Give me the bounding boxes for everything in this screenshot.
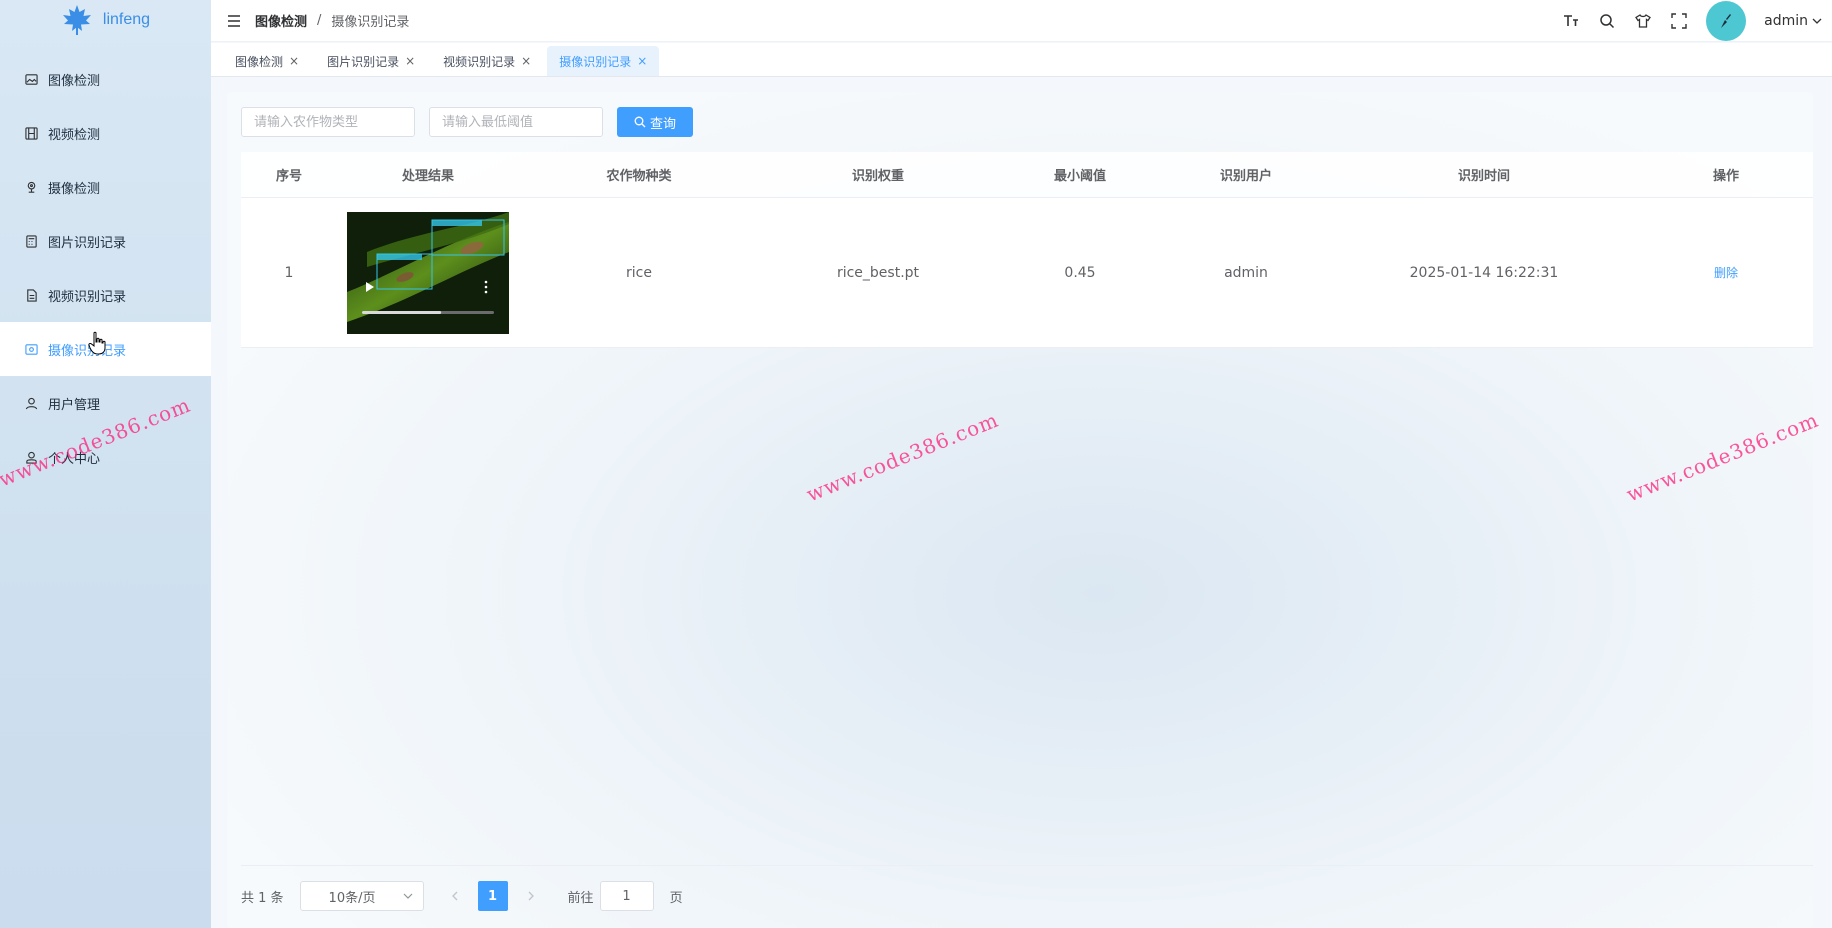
hamburger-icon[interactable] [225,12,243,30]
goto-label: 前往 [567,890,594,906]
tags-view: 图像检测 × 图片识别记录 × 视频识别记录 × 摄像识别记录 × [211,43,1832,77]
column-header: 农作物种类 [606,169,672,184]
column-header: 处理结果 [401,169,454,184]
result-video-player[interactable] [347,211,509,334]
camera-icon [24,180,38,194]
sidebar-item-label: 图片识别记录 [48,235,127,251]
table-row: 1 rice rice_best.pt 0.45 admin 2025-01-1… [241,198,1813,348]
user-name: admin [1764,13,1808,29]
sidebar-item-camera-detection[interactable]: 摄像检测 [0,160,211,214]
header-actions: admin [1562,0,1832,42]
chevron-left-icon [451,891,458,901]
min-threshold-input[interactable] [429,107,603,137]
tab-label: 视频识别记录 [443,54,516,69]
sidebar-item-label: 摄像检测 [48,181,101,197]
logo[interactable]: linfeng [0,0,211,40]
tab-camera-records[interactable]: 摄像识别记录 × [547,46,660,76]
avatar[interactable] [1706,1,1747,41]
font-size-icon[interactable] [1562,12,1580,30]
breadcrumb-separator: / [317,13,322,28]
page-size-select[interactable]: 10条/页 [299,881,424,911]
column-header: 识别时间 [1457,169,1510,184]
tab-label: 摄像识别记录 [559,54,632,69]
query-button-label: 查询 [649,116,676,132]
column-header: 操作 [1712,169,1739,184]
tab-label: 图像检测 [235,54,284,69]
column-header: 识别权重 [851,169,904,184]
cell-weight: rice_best.pt [836,264,920,281]
divider [241,865,1813,866]
breadcrumb-item-current: 摄像识别记录 [331,15,410,30]
logo-text: linfeng [102,11,151,28]
breadcrumb: 图像检测 / 摄像识别记录 [255,11,409,30]
column-header: 序号 [275,169,302,184]
chevron-right-icon [528,891,534,901]
tab-video-records[interactable]: 视频识别记录 × [431,46,543,76]
close-icon[interactable]: × [405,54,415,68]
chevron-down-icon [1812,18,1822,24]
table-header: 序号 处理结果 农作物种类 识别权重 最小阈值 识别用户 识别时间 操作 [241,152,1813,198]
maple-leaf-icon [62,5,91,35]
main-content: 查询 序号 处理结果 农作物种类 识别权重 最小阈值 识别用户 识别时间 操作 … [227,92,1813,928]
close-icon[interactable]: × [289,54,299,68]
pagination-total: 共 1 条 [241,890,284,906]
more-options-icon [484,280,488,283]
page-unit-label: 页 [669,890,683,906]
pagination: 共 1 条 10条/页 1 前往 页 [241,881,683,911]
sidebar-item-image-detection[interactable]: 图像检测 [0,52,211,106]
sidebar-item-label: 摄像识别记录 [48,343,127,359]
cell-action: 删除 [1639,264,1813,281]
calculator-icon [24,234,38,248]
sidebar-item-label: 用户管理 [48,397,101,413]
image-icon [24,72,38,86]
search-icon [634,116,646,128]
cell-index: 1 [284,264,294,281]
cell-result [337,211,519,334]
sidebar-item-video-records[interactable]: 视频识别记录 [0,268,211,322]
prev-page-button[interactable] [440,881,470,911]
cell-time: 2025-01-14 16:22:31 [1409,264,1559,281]
delete-button[interactable]: 删除 [1714,266,1738,280]
film-icon [24,126,38,140]
search-icon[interactable] [1598,12,1616,30]
video-progress-fill [362,310,442,314]
top-header: 图像检测 / 摄像识别记录 admin [211,0,1832,42]
tshirt-icon[interactable] [1634,12,1652,30]
sidebar-item-label: 图像检测 [48,73,101,89]
crop-type-input[interactable] [241,107,415,137]
sidebar-item-label: 视频识别记录 [48,289,127,305]
goto-page-input[interactable] [599,881,654,911]
hand-cursor-icon [88,331,106,355]
cell-threshold: 0.45 [1064,264,1096,281]
breadcrumb-item[interactable]: 图像检测 [255,11,307,30]
column-header: 识别用户 [1219,169,1272,184]
chevron-down-icon [403,893,412,899]
user-icon [24,396,38,410]
picture-icon [24,342,38,356]
sidebar-item-video-detection[interactable]: 视频检测 [0,106,211,160]
page-number-current[interactable]: 1 [477,881,508,911]
query-button[interactable]: 查询 [617,107,693,137]
user-menu[interactable]: admin [1764,13,1822,29]
page-size-value: 10条/页 [328,890,376,906]
cell-crop: rice [626,264,652,281]
tab-image-detection[interactable]: 图像检测 × [223,46,311,76]
close-icon[interactable]: × [521,54,531,68]
close-icon[interactable]: × [637,54,647,68]
records-table: 序号 处理结果 农作物种类 识别权重 最小阈值 识别用户 识别时间 操作 1 r… [241,152,1813,348]
tab-image-records[interactable]: 图片识别记录 × [315,46,427,76]
cell-user: admin [1224,264,1268,281]
search-bar: 查询 [241,107,693,137]
fullscreen-icon[interactable] [1670,12,1688,30]
document-icon [24,288,38,302]
sidebar-item-image-records[interactable]: 图片识别记录 [0,214,211,268]
next-page-button[interactable] [516,881,546,911]
tab-label: 图片识别记录 [327,54,400,69]
sidebar-item-label: 视频检测 [48,127,101,143]
column-header: 最小阈值 [1053,169,1106,184]
page-jumper: 前往 页 [568,881,683,911]
